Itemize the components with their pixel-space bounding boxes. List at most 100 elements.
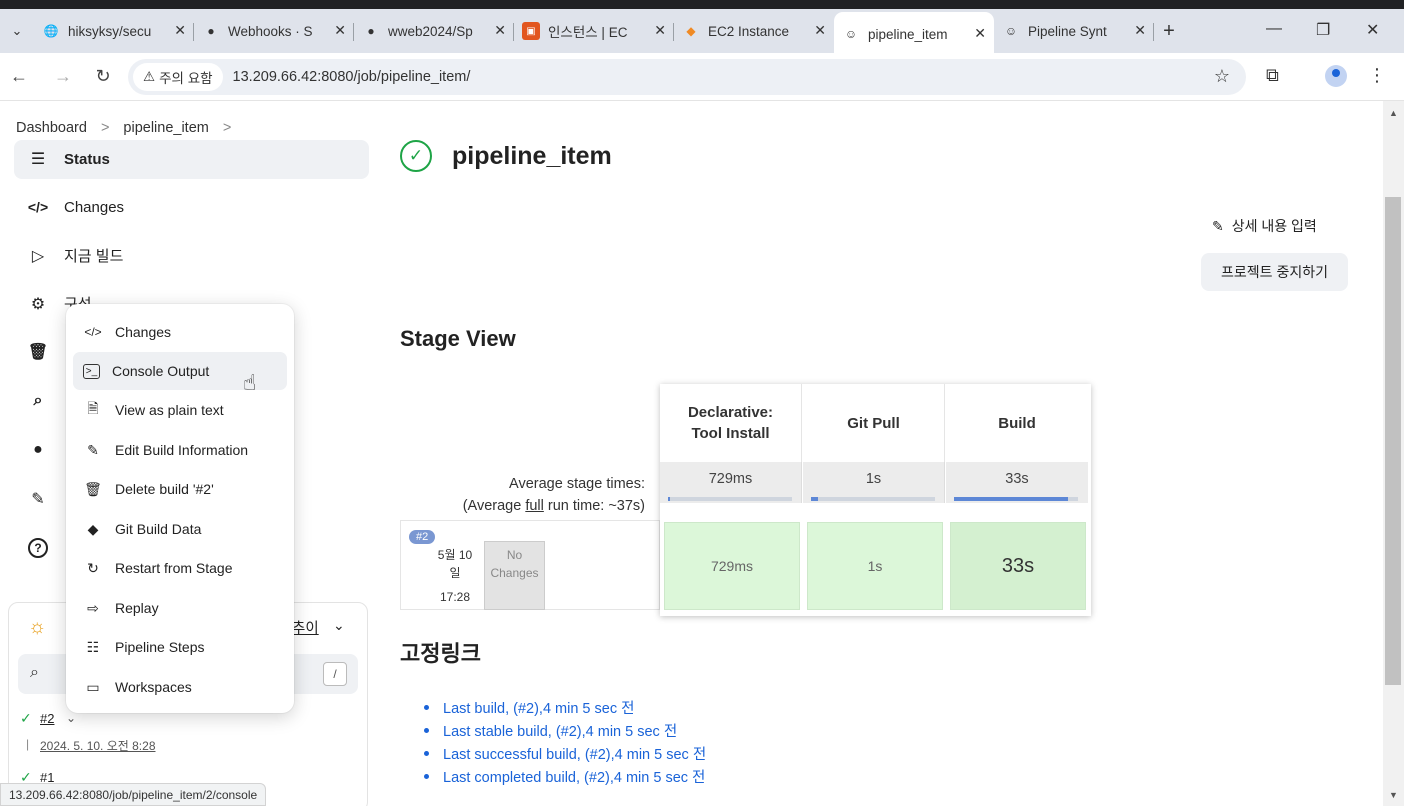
tab-close-icon[interactable]: ✕ (334, 22, 346, 39)
permalink-last-completed-build[interactable]: Last completed build, (#2),4 min 5 sec 전 (424, 765, 706, 788)
menu-item-restart-from-stage[interactable]: ↻ Restart from Stage (73, 549, 287, 587)
breadcrumb-dashboard[interactable]: Dashboard (16, 120, 87, 136)
status-document-icon: ☰ (30, 151, 46, 168)
gear-icon: ⚙ (30, 295, 46, 313)
tab-close-icon[interactable]: ✕ (1134, 22, 1146, 39)
hand-pointer-cursor-icon: ☝ (243, 370, 257, 395)
tab-close-icon[interactable]: ✕ (974, 25, 986, 42)
tab-1[interactable]: 🌐 hiksyksy/secu ✕ (34, 12, 194, 50)
reload-icon[interactable]: ↻ (88, 66, 118, 87)
scroll-down-arrow-icon[interactable]: ▼ (1383, 790, 1404, 800)
disable-project-button[interactable]: 프로젝트 중지하기 (1201, 253, 1348, 291)
stage-progress-bar (811, 497, 935, 501)
trash-icon: 🗑 (84, 480, 102, 497)
permalink-last-build[interactable]: Last build, (#2),4 min 5 sec 전 (424, 696, 706, 719)
tab-search-chevron-icon[interactable]: ⌄ (0, 16, 34, 46)
search-icon: ⌕ (30, 664, 39, 681)
menu-item-changes[interactable]: </> Changes (73, 313, 287, 351)
chevron-right-icon[interactable]: > (223, 120, 231, 136)
stage-view-table: Declarative: Tool Install Git Pull Build … (660, 384, 1091, 616)
sidebar-item-delete[interactable]: 🗑 (28, 342, 64, 362)
scrollbar-thumb[interactable] (1385, 197, 1401, 685)
full-run-time-link[interactable]: full (525, 498, 544, 514)
bookmark-star-icon[interactable]: ☆ (1214, 66, 1230, 87)
permalink-last-successful-build[interactable]: Last successful build, (#2),4 min 5 sec … (424, 742, 706, 765)
back-arrow-icon[interactable]: ← (4, 66, 34, 87)
edit-description-link[interactable]: ✎ 상세 내용 입력 (1212, 216, 1317, 236)
terminal-icon: >_ (83, 363, 100, 379)
sidebar-item-build-now[interactable]: ▷ 지금 빌드 (28, 245, 124, 266)
sidebar-item-github[interactable]: ● (28, 440, 64, 460)
tab-close-icon[interactable]: ✕ (174, 22, 186, 39)
sidebar-item-changes[interactable]: </> Changes (28, 197, 124, 217)
menu-item-view-plain-text[interactable]: 🗎 View as plain text (73, 391, 287, 429)
build-2-link[interactable]: #2 (40, 711, 54, 726)
tab-4[interactable]: ▣ 인스턴스 | EC ✕ (514, 12, 674, 50)
success-check-icon: ✓ (400, 140, 432, 172)
warning-triangle-icon: ⚠ (143, 69, 156, 84)
build-2-date[interactable]: 2024. 5. 10. 오전 8:28 (40, 737, 156, 754)
stage-cell-git-pull[interactable]: 1s (807, 522, 943, 610)
security-warning-chip[interactable]: ⚠ 주의 요함 (133, 63, 223, 91)
breadcrumb-pipeline-item[interactable]: pipeline_item (123, 120, 208, 136)
extensions-puzzle-icon[interactable]: ⧉ (1266, 65, 1279, 86)
menu-item-git-build-data[interactable]: ◆ Git Build Data (73, 510, 287, 548)
chevron-down-icon[interactable]: ⌄ (333, 617, 345, 634)
pencil-icon: ✎ (31, 491, 45, 508)
profile-avatar[interactable] (1325, 65, 1347, 87)
cube-icon: ◆ (686, 24, 696, 38)
sidebar-item-pipeline-syntax[interactable]: ✎ (28, 489, 64, 509)
kebab-menu-icon[interactable]: ⋮ (1368, 65, 1386, 86)
close-window-icon[interactable]: ✕ (1366, 20, 1379, 40)
chevron-down-icon[interactable]: ⌄ (66, 711, 76, 725)
restore-icon[interactable]: ❐ (1316, 20, 1330, 40)
stage-header-git-pull: Git Pull (803, 384, 945, 462)
tab-3[interactable]: ● wweb2024/Sp ✕ (354, 12, 514, 50)
trend-link[interactable]: 추이 (292, 617, 319, 638)
build-badge[interactable]: #2 (409, 530, 436, 544)
sidebar-item-help[interactable]: ? (28, 538, 64, 558)
jenkins-icon: ☺ (844, 27, 858, 41)
breadcrumb: Dashboard > pipeline_item > (16, 120, 231, 136)
menu-item-replay[interactable]: ⇨ Replay (73, 589, 287, 627)
permalink-last-stable-build[interactable]: Last stable build, (#2),4 min 5 sec 전 (424, 719, 706, 742)
permalinks-heading: 고정링크 (400, 641, 481, 666)
stage-cell-tool-install[interactable]: 729ms (664, 522, 800, 610)
code-icon: </> (27, 199, 49, 215)
new-tab-plus-icon[interactable]: + (1154, 20, 1184, 43)
tab-close-icon[interactable]: ✕ (654, 22, 666, 39)
sidebar-item-search[interactable]: ⌕ (28, 391, 64, 411)
stage-header-tool-install: Declarative: Tool Install (660, 384, 802, 462)
replay-icon: ⇨ (87, 599, 99, 616)
menu-item-workspaces[interactable]: ▭ Workspaces (73, 668, 287, 706)
url-text[interactable]: 13.209.66.42:8080/job/pipeline_item/ (233, 69, 471, 85)
menu-item-edit-build-info[interactable]: ✎ Edit Build Information (73, 431, 287, 469)
edit-box-icon: ✎ (87, 441, 99, 458)
permalinks-list: Last build, (#2),4 min 5 sec 전 Last stab… (424, 696, 706, 788)
scroll-up-arrow-icon[interactable]: ▲ (1383, 108, 1404, 118)
tab-close-icon[interactable]: ✕ (494, 22, 506, 39)
tab-5[interactable]: ◆ EC2 Instance ✕ (674, 12, 834, 50)
minimize-icon[interactable]: — (1266, 20, 1282, 38)
git-icon: ◆ (87, 520, 99, 537)
chevron-right-icon[interactable]: > (101, 120, 109, 136)
tab-2[interactable]: ● Webhooks · S ✕ (194, 12, 354, 50)
forward-arrow-icon[interactable]: → (48, 66, 78, 87)
menu-item-pipeline-steps[interactable]: ☷ Pipeline Steps (73, 628, 287, 666)
trash-icon: 🗑 (27, 344, 49, 361)
tab-7[interactable]: ☺ Pipeline Synt ✕ (994, 12, 1154, 50)
document-icon: 🗎 (87, 400, 99, 416)
aws-icon: ▣ (522, 22, 540, 40)
tab-close-icon[interactable]: ✕ (814, 22, 826, 39)
stage-cell-build[interactable]: 33s (950, 522, 1086, 610)
tab-active-pipeline-item[interactable]: ☺ pipeline_item ✕ (834, 12, 994, 56)
sidebar-item-status[interactable]: ☰ Status (28, 149, 110, 169)
globe-icon: 🌐 (43, 24, 59, 38)
list-icon: ☷ (86, 638, 100, 655)
menu-item-delete-build[interactable]: 🗑 Delete build '#2' (73, 470, 287, 508)
sun-weather-icon: ☼ (28, 616, 47, 638)
omnibox[interactable]: ⚠ 주의 요함 13.209.66.42:8080/job/pipeline_i… (128, 59, 1246, 95)
build-date: 5월 10 일 (437, 548, 473, 580)
jenkins-icon: ☺ (1004, 24, 1018, 38)
github-icon: ● (33, 441, 43, 458)
